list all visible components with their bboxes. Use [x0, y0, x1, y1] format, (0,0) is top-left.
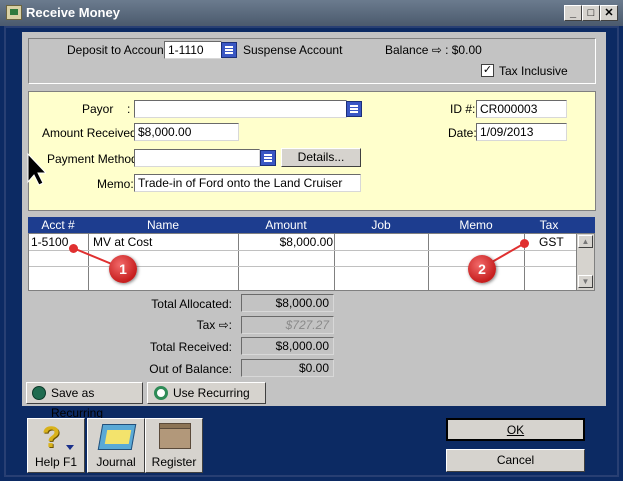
save-recurring-icon — [32, 386, 46, 400]
ok-button[interactable]: OK — [446, 418, 585, 441]
out-of-balance-value: $0.00 — [241, 359, 334, 377]
total-received-value: $8,000.00 — [241, 337, 334, 355]
total-allocated-label: Total Allocated: — [151, 297, 232, 311]
journal-label: Journal — [96, 455, 136, 469]
use-recurring-icon — [154, 386, 168, 400]
register-label: Register — [151, 455, 197, 469]
use-recurring-button[interactable]: Use Recurring — [147, 382, 266, 404]
journal-button[interactable]: Journal — [87, 418, 145, 473]
ok-label: OK — [506, 423, 525, 437]
total-received-label: Total Received: — [149, 340, 232, 354]
annotation-badge-1: 1 — [109, 255, 137, 283]
journal-page-icon — [104, 430, 132, 444]
save-as-recurring-label: Save as Recurring — [51, 386, 104, 420]
out-of-balance-label: Out of Balance: — [149, 362, 232, 376]
help-button[interactable]: ? Help F1 — [27, 418, 85, 473]
help-question-icon: ? — [42, 421, 61, 454]
register-lid-icon — [159, 423, 191, 429]
total-allocated-value: $8,000.00 — [241, 294, 334, 312]
save-as-recurring-button[interactable]: Save as Recurring — [26, 382, 143, 420]
cancel-label: Cancel — [496, 453, 535, 467]
annotation-dot-1 — [69, 244, 78, 253]
annotation-badge-2: 2 — [468, 255, 496, 283]
cancel-button[interactable]: Cancel — [446, 449, 585, 472]
use-recurring-label: Use Recurring — [173, 386, 250, 400]
register-button[interactable]: Register — [145, 418, 203, 473]
annotation-dot-2 — [520, 239, 529, 248]
help-label: Help F1 — [34, 455, 78, 469]
tax-value: $727.27 — [241, 316, 334, 334]
tax-label[interactable]: Tax ⇨: — [120, 318, 232, 332]
help-dropdown-icon — [66, 445, 74, 450]
